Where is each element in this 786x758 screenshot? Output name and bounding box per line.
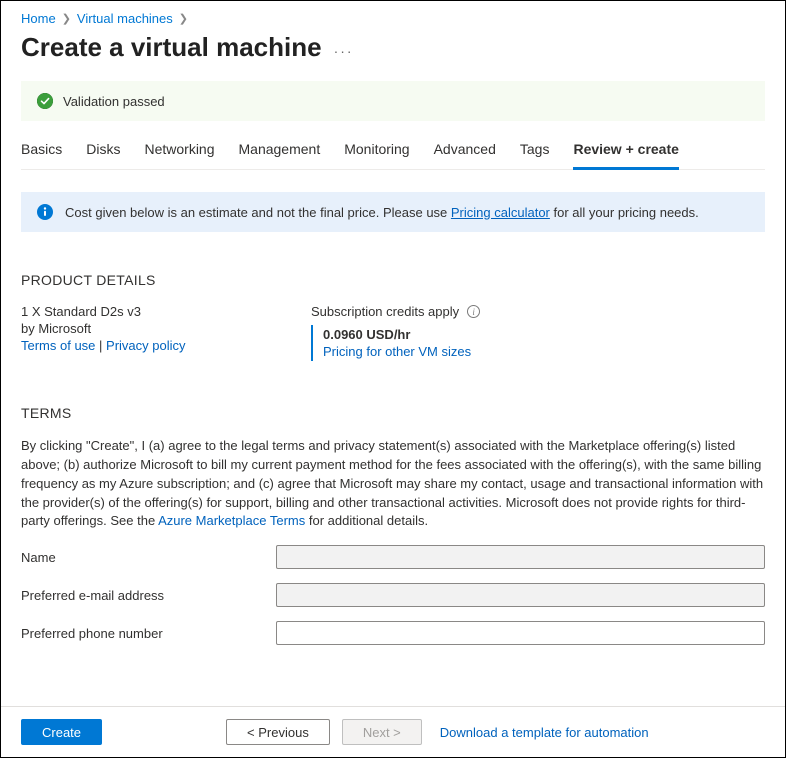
credits-info-icon[interactable]: i (467, 305, 480, 318)
tab-disks[interactable]: Disks (86, 135, 120, 170)
breadcrumb-home[interactable]: Home (21, 11, 56, 26)
info-icon (37, 204, 53, 220)
email-input[interactable] (276, 583, 765, 607)
success-check-icon (37, 93, 53, 109)
breadcrumb: Home ❯ Virtual machines ❯ (21, 11, 765, 26)
product-details-heading: PRODUCT DETAILS (21, 272, 765, 288)
pricing-calculator-link[interactable]: Pricing calculator (451, 205, 550, 220)
subscription-credits-label: Subscription credits apply (311, 304, 459, 319)
breadcrumb-virtual-machines[interactable]: Virtual machines (77, 11, 173, 26)
validation-banner: Validation passed (21, 81, 765, 121)
chevron-right-icon: ❯ (62, 12, 71, 25)
validation-message: Validation passed (63, 94, 165, 109)
phone-label: Preferred phone number (21, 626, 276, 641)
product-vendor: by Microsoft (21, 321, 251, 336)
tab-basics[interactable]: Basics (21, 135, 62, 170)
azure-marketplace-terms-link[interactable]: Azure Marketplace Terms (158, 513, 305, 528)
more-actions-icon[interactable]: ··· (334, 37, 354, 59)
info-banner-text-prefix: Cost given below is an estimate and not … (65, 205, 451, 220)
tab-advanced[interactable]: Advanced (434, 135, 496, 170)
create-button[interactable]: Create (21, 719, 102, 745)
cost-info-banner: Cost given below is an estimate and not … (21, 192, 765, 232)
footer: Create < Previous Next > Download a temp… (1, 706, 785, 757)
terms-of-use-link[interactable]: Terms of use (21, 338, 95, 353)
tab-review-create[interactable]: Review + create (573, 135, 678, 170)
tab-management[interactable]: Management (239, 135, 321, 170)
previous-button[interactable]: < Previous (226, 719, 330, 745)
product-name: 1 X Standard D2s v3 (21, 304, 251, 319)
name-label: Name (21, 550, 276, 565)
chevron-right-icon: ❯ (179, 12, 188, 25)
info-banner-text-suffix: for all your pricing needs. (554, 205, 699, 220)
link-separator: | (95, 338, 106, 353)
next-button: Next > (342, 719, 422, 745)
privacy-policy-link[interactable]: Privacy policy (106, 338, 185, 353)
terms-text: By clicking "Create", I (a) agree to the… (21, 437, 765, 531)
tab-tags[interactable]: Tags (520, 135, 550, 170)
tab-networking[interactable]: Networking (144, 135, 214, 170)
email-label: Preferred e-mail address (21, 588, 276, 603)
page-title: Create a virtual machine (21, 32, 322, 63)
download-template-link[interactable]: Download a template for automation (440, 725, 649, 740)
name-input[interactable] (276, 545, 765, 569)
phone-input[interactable] (276, 621, 765, 645)
tabs: Basics Disks Networking Management Monit… (21, 135, 765, 170)
other-vm-sizes-link[interactable]: Pricing for other VM sizes (323, 344, 471, 359)
terms-heading: TERMS (21, 405, 765, 421)
tab-monitoring[interactable]: Monitoring (344, 135, 409, 170)
price-value: 0.0960 USD/hr (323, 327, 480, 342)
